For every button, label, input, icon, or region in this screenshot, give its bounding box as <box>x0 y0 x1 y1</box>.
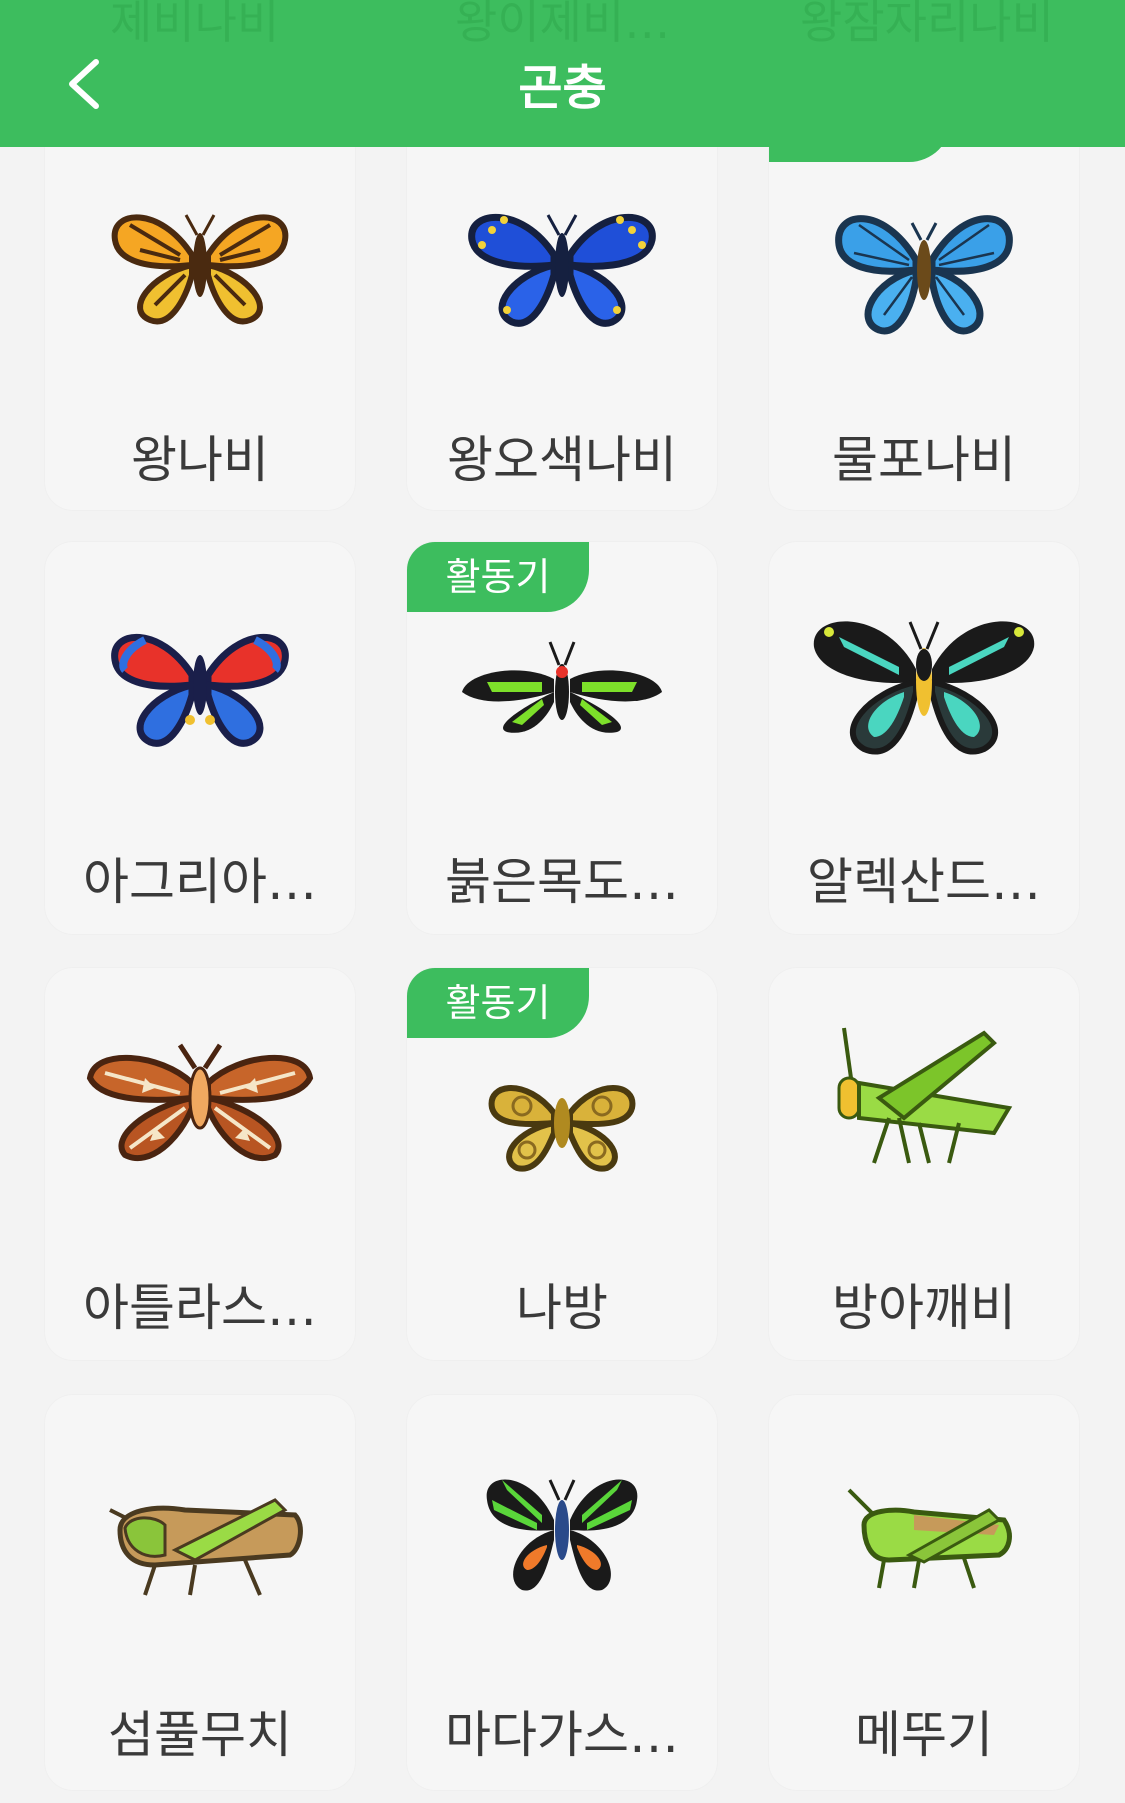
insect-name: 물포나비 <box>832 431 1016 489</box>
insect-name: 방아깨비 <box>832 1279 1016 1337</box>
birdwing-butterfly-icon <box>769 592 1079 772</box>
rajah-birdwing-icon <box>407 617 717 767</box>
insect-name: 마다가스… <box>445 1706 679 1764</box>
grasshopper-icon <box>769 1480 1079 1600</box>
emperor-butterfly-icon <box>407 190 717 340</box>
insect-card[interactable]: 알렉산드… <box>769 542 1079 934</box>
insect-name: 붉은목도… <box>445 853 679 911</box>
moth-icon <box>407 1058 717 1188</box>
insect-name: 메뚜기 <box>855 1706 993 1764</box>
insect-name: 아틀라스… <box>83 1279 317 1337</box>
ghost-label: 왕잠자리나비 <box>800 0 1054 49</box>
ghost-label: 왕이제비… <box>455 0 671 49</box>
insect-card[interactable]: 방아깨비 <box>769 968 1079 1360</box>
page-title: 곤충 <box>518 60 607 116</box>
monarch-butterfly-icon <box>45 190 355 340</box>
ghost-label: 제비나비 <box>110 0 280 49</box>
insect-card[interactable]: 아틀라스… <box>45 968 355 1360</box>
active-season-badge: 활동기 <box>407 542 589 612</box>
insect-name: 왕나비 <box>131 431 269 489</box>
insect-card[interactable]: 마다가스… <box>407 1395 717 1790</box>
insect-card[interactable]: 왕나비 <box>45 120 355 510</box>
insect-name: 나방 <box>516 1279 608 1337</box>
insect-card[interactable]: 섬풀무치 <box>45 1395 355 1790</box>
active-season-badge: 활동기 <box>407 968 589 1038</box>
insect-name: 알렉산드… <box>807 853 1041 911</box>
insect-card[interactable]: 활동기 붉은목도… <box>407 542 717 934</box>
insect-name: 아그리아… <box>83 853 317 911</box>
insect-card[interactable]: 아그리아… <box>45 542 355 934</box>
madagascan-sunset-moth-icon <box>407 1450 717 1610</box>
insect-card[interactable]: 왕오색나비 <box>407 120 717 510</box>
insect-name: 왕오색나비 <box>447 431 677 489</box>
insect-card[interactable]: 활동기 나방 <box>407 968 717 1360</box>
insect-card[interactable]: 활동기 물포나비 <box>769 120 1079 510</box>
agrias-butterfly-icon <box>45 610 355 760</box>
blue-morpho-icon <box>769 195 1079 345</box>
atlas-moth-icon <box>45 1018 355 1178</box>
rice-grasshopper-icon <box>769 1013 1079 1173</box>
insect-name: 섬풀무치 <box>108 1706 292 1764</box>
insect-grid: 왕나비 왕오색나비 물포나비 아그리아… 활동기 붉은목도… 알렉산드… 아틀라… <box>0 0 1125 1803</box>
app-header: 제비나비 왕이제비… 왕잠자리나비 곤충 <box>0 0 1125 147</box>
insect-card[interactable]: 메뚜기 <box>769 1395 1079 1790</box>
migratory-locust-icon <box>45 1460 355 1610</box>
